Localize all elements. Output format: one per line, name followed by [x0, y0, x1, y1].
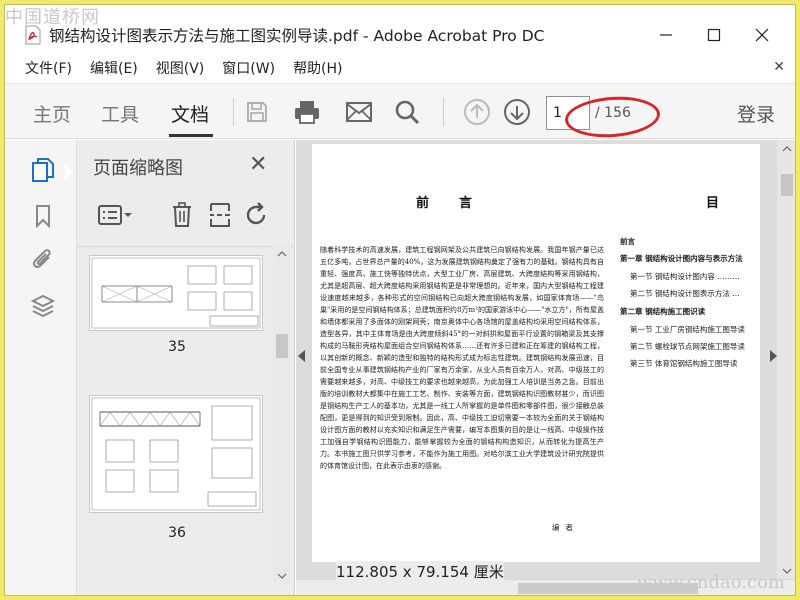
watermark-top: 中国道桥网: [5, 7, 100, 28]
previous-page-arrow-icon[interactable]: [298, 350, 305, 362]
preface-body: 随着科学技术的高速发展，建筑工程钢网架及公共建筑已向钢结构发展。我国年钢产量已达…: [320, 246, 604, 470]
menu-help[interactable]: 帮助(H): [293, 58, 342, 78]
tab-document[interactable]: 文档: [171, 100, 209, 127]
print-icon[interactable]: [291, 96, 323, 128]
thumbnail-list: 35 36: [77, 246, 295, 576]
next-page-arrow-icon[interactable]: [770, 350, 777, 362]
menu-file[interactable]: 文件(F): [25, 58, 72, 78]
attachment-icon[interactable]: [29, 246, 57, 274]
login-button[interactable]: 登录: [737, 100, 775, 127]
maximize-button[interactable]: [691, 17, 737, 53]
menu-edit[interactable]: 编辑(E): [90, 58, 138, 78]
layers-icon[interactable]: [29, 292, 57, 320]
menu-window[interactable]: 窗口(W): [222, 58, 275, 78]
preface-heading: 前言: [416, 196, 503, 211]
toc-entry: 第一节 工业厂房钢结构施工图导读: [630, 325, 745, 334]
menu-bar: 文件(F) 编辑(E) 视图(V) 窗口(W) 帮助(H) ✕: [5, 55, 795, 81]
toc-entry: 第一章 钢结构设计图内容与表示方法: [620, 254, 743, 263]
thumbnail-panel: 页面缩略图 ✕ 35 36: [77, 140, 295, 595]
active-tab-indicator: [169, 134, 213, 137]
rotate-icon[interactable]: [241, 200, 271, 230]
toolbar-divider: [233, 98, 234, 126]
thumbnail-scrollbar[interactable]: [273, 246, 291, 584]
close-document-button[interactable]: ✕: [773, 59, 785, 75]
window-title: 钢结构设计图表示方法与施工图实例导读.pdf - Adobe Acrobat P…: [49, 27, 545, 45]
tab-tools[interactable]: 工具: [101, 100, 139, 127]
thumbnail-label-36: 36: [168, 525, 186, 541]
active-panel-pointer: [65, 164, 73, 180]
preface-column: 前言 随着科学技术的高速发展，建筑工程钢网架及公共建筑已向钢结构发展。我国年钢产…: [312, 144, 604, 562]
page-thumbnails-icon[interactable]: [29, 156, 57, 184]
extract-icon[interactable]: [205, 200, 235, 230]
save-icon[interactable]: [241, 96, 273, 128]
panel-close-button[interactable]: ✕: [249, 152, 267, 177]
watermark-bottom: www.cndao.com: [637, 572, 785, 593]
toc-entry: 第三节 体育馆钢结构施工图导读: [630, 359, 738, 368]
document-view[interactable]: 前言 随着科学技术的高速发展，建筑工程钢网架及公共建筑已向钢结构发展。我国年钢产…: [296, 140, 796, 595]
panel-toolbar: [87, 196, 285, 236]
toc-entry: 第一节 钢结构设计图内容 ………: [630, 272, 740, 281]
thumbnail-label-35: 35: [168, 339, 186, 355]
bookmark-icon[interactable]: [29, 202, 57, 230]
toolbar-divider: [443, 98, 444, 126]
page-down-icon[interactable]: [501, 96, 533, 128]
navigation-rail: [5, 140, 77, 595]
toc-entry: 第二节 螺栓球节点网架施工图导读: [630, 342, 745, 351]
options-menu-icon[interactable]: [95, 200, 135, 230]
document-scrollbar-thumb[interactable]: [781, 174, 793, 196]
menu-view[interactable]: 视图(V): [156, 58, 205, 78]
mail-icon[interactable]: [343, 96, 375, 128]
scroll-up-icon[interactable]: [273, 248, 291, 260]
scroll-up-icon[interactable]: [777, 142, 796, 156]
panel-title: 页面缩略图: [93, 158, 183, 179]
page-size-readout: 112.805 x 79.154 厘米: [336, 561, 504, 582]
toolbar: 主页 工具 文档 1 / 156 登录: [5, 83, 795, 139]
thumbnail-page-36[interactable]: [89, 395, 263, 513]
toc-entry: 第二章 钢结构施工图识读: [620, 307, 706, 316]
toc-heading: 目: [706, 196, 720, 211]
page-up-icon[interactable]: [461, 96, 493, 128]
acrobat-window: 中国道桥网 钢结构设计图表示方法与施工图实例导读.pdf - Adobe Acr…: [4, 4, 796, 596]
close-window-button[interactable]: [739, 17, 785, 53]
toc-entry: 第二节 钢结构设计图表示方法 …: [630, 289, 740, 298]
tab-home[interactable]: 主页: [33, 100, 71, 127]
pdf-page: 前言 随着科学技术的高速发展，建筑工程钢网架及公共建筑已向钢结构发展。我国年钢产…: [312, 144, 760, 562]
thumbnail-page-35[interactable]: [89, 255, 263, 331]
search-icon[interactable]: [391, 96, 423, 128]
preface-signature: 编者: [552, 523, 579, 532]
delete-icon[interactable]: [167, 200, 197, 230]
title-bar: 钢结构设计图表示方法与施工图实例导读.pdf - Adobe Acrobat P…: [5, 17, 795, 53]
scroll-down-icon[interactable]: [273, 570, 291, 582]
table-of-contents: 目 前言 第一章 钢结构设计图内容与表示方法 第一节 钢结构设计图内容 ……… …: [612, 144, 760, 562]
toc-entry: 前言: [620, 237, 635, 246]
document-vertical-scrollbar[interactable]: [777, 140, 796, 580]
minimize-button[interactable]: [643, 17, 689, 53]
thumbnail-scrollbar-thumb[interactable]: [276, 334, 288, 358]
